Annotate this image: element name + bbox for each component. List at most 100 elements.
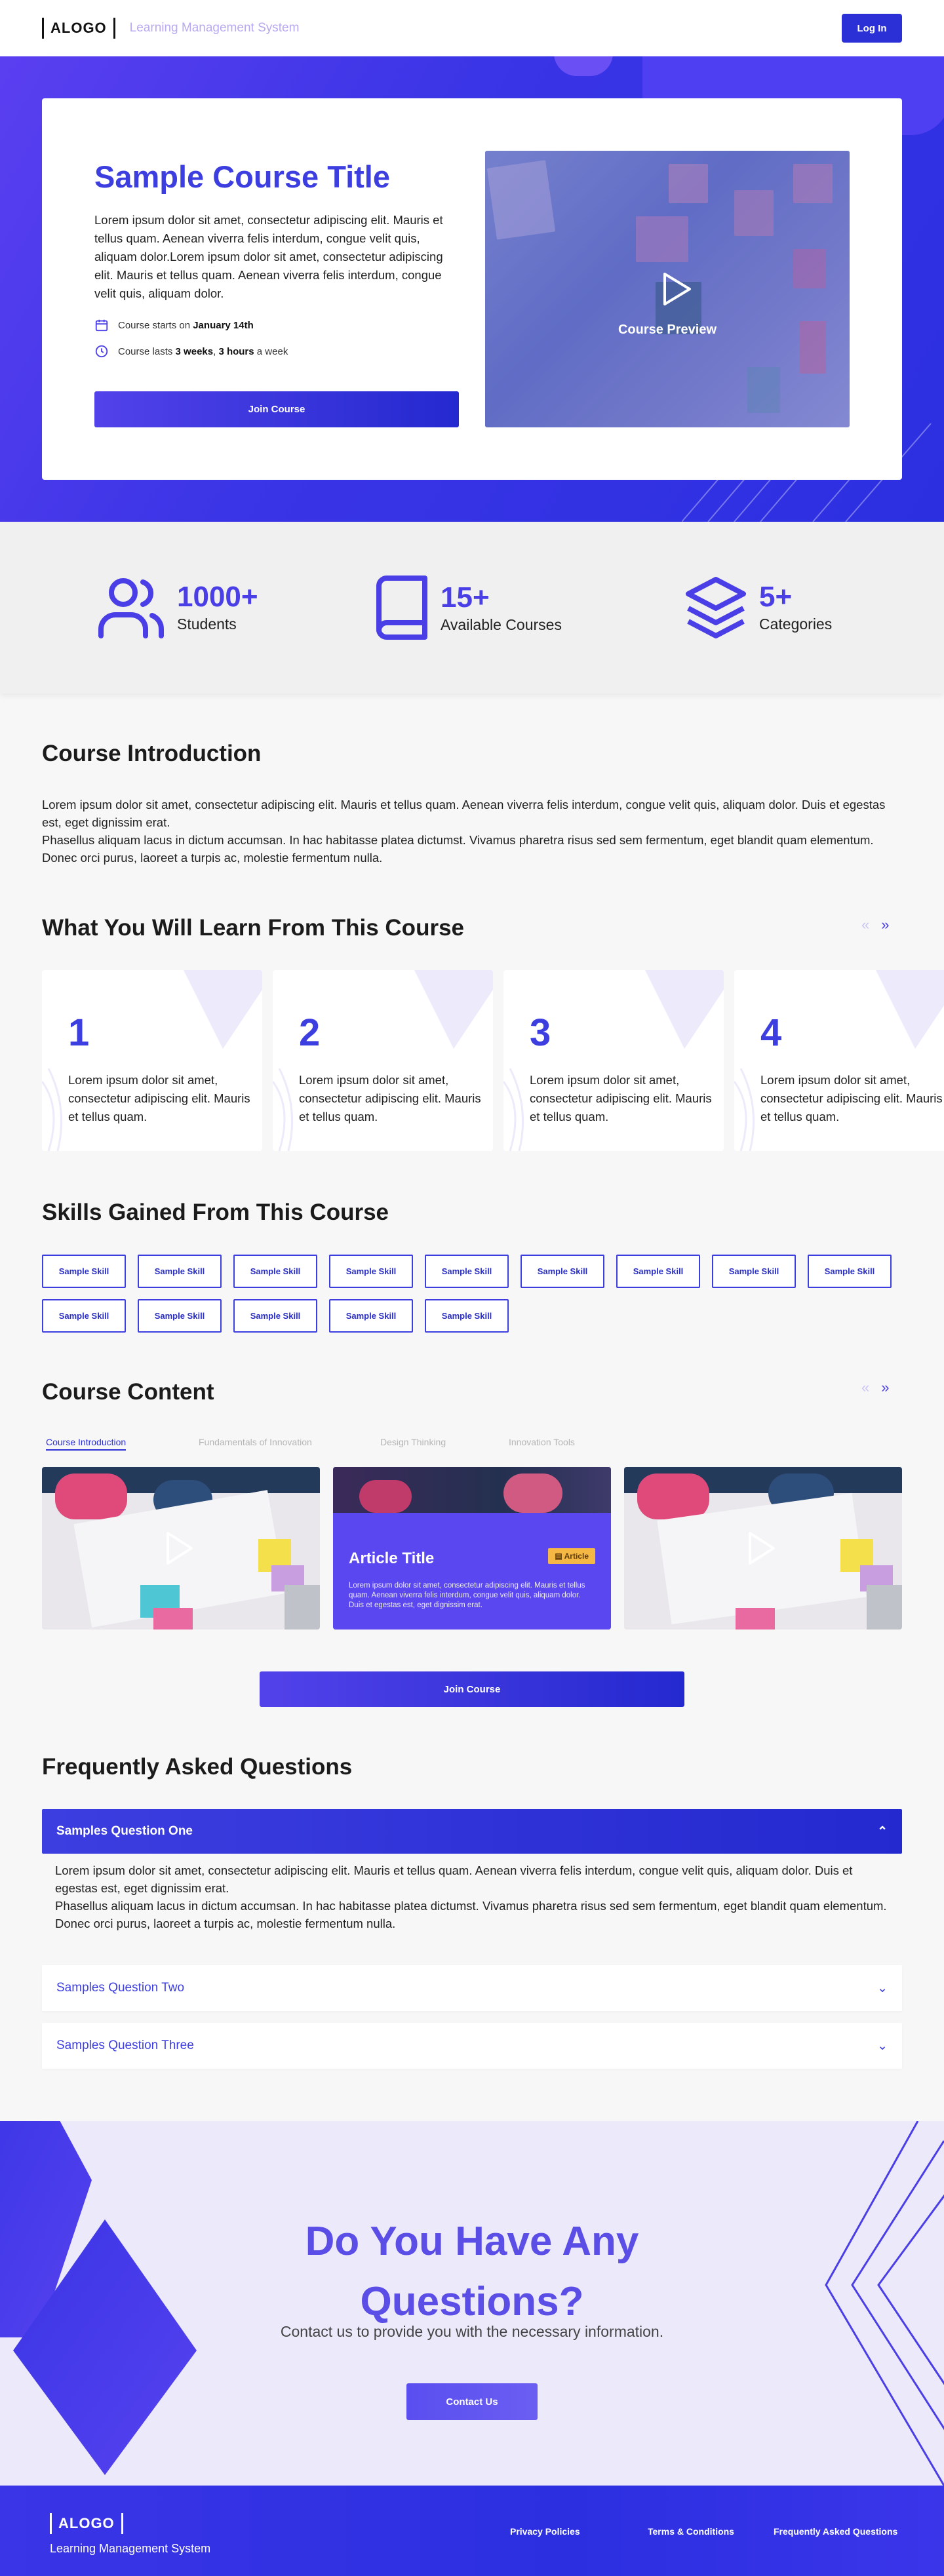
content-heading: Course Content (42, 1379, 214, 1405)
skill-tag[interactable]: Sample Skill (138, 1299, 222, 1333)
skill-tag[interactable]: Sample Skill (712, 1255, 796, 1288)
play-icon[interactable] (662, 272, 692, 306)
logo[interactable]: ALOGO (42, 18, 115, 39)
brand-subtitle: Learning Management System (129, 21, 300, 35)
stat-number: 1000+ (177, 580, 258, 613)
footer-link-terms[interactable]: Terms & Conditions (648, 2526, 734, 2537)
article-badge-icon: ▤ (555, 1551, 564, 1561)
faq-item[interactable]: Samples Question Two ⌄ (42, 1965, 902, 2011)
cta-subtitle: Contact us to provide you with the neces… (280, 2323, 664, 2340)
skill-tag[interactable]: Sample Skill (42, 1299, 126, 1333)
faq-answer-paragraph: Phasellus aliquam lacus in dictum accums… (55, 1899, 887, 1930)
prev-arrow-icon[interactable]: « (861, 916, 869, 933)
hero-decoration (554, 56, 613, 76)
skill-tag[interactable]: Sample Skill (425, 1255, 509, 1288)
faq-heading: Frequently Asked Questions (42, 1754, 353, 1780)
preview-label: Course Preview (618, 322, 717, 337)
prev-arrow-icon[interactable]: « (861, 1379, 869, 1396)
footer-link-faq[interactable]: Frequently Asked Questions (774, 2526, 897, 2537)
stat-label: Available Courses (441, 615, 562, 633)
join-course-button[interactable]: Join Course (260, 1671, 684, 1707)
stat-number: 15+ (441, 581, 490, 614)
skill-tag[interactable]: Sample Skill (521, 1255, 604, 1288)
login-button[interactable]: Log In (842, 14, 902, 43)
skill-tag[interactable]: Sample Skill (808, 1255, 892, 1288)
skill-tag[interactable]: Sample Skill (329, 1255, 413, 1288)
footer-logo[interactable]: ALOGO (50, 2513, 123, 2534)
skill-tag[interactable]: Sample Skill (233, 1299, 317, 1333)
faq-answer: Lorem ipsum dolor sit amet, consectetur … (55, 1862, 894, 1932)
photo-shape (285, 1585, 320, 1630)
skill-tag[interactable]: Sample Skill (233, 1255, 317, 1288)
learn-card: 3 Lorem ipsum dolor sit amet, consectetu… (503, 970, 724, 1151)
video-card[interactable] (42, 1467, 320, 1630)
tab-fundamentals[interactable]: Fundamentals of Innovation (199, 1437, 312, 1447)
faq-item[interactable]: Samples Question Three ⌄ (42, 2023, 902, 2069)
card-decoration (876, 970, 944, 1049)
article-card[interactable]: Article Title ▤ Article Lorem ipsum dolo… (333, 1467, 611, 1630)
skills-heading: Skills Gained From This Course (42, 1200, 389, 1225)
intro-text: Lorem ipsum dolor sit amet, consectetur … (42, 796, 902, 867)
cta-title: Do You Have Any Questions? (0, 2212, 944, 2332)
play-icon[interactable] (747, 1531, 776, 1565)
stat-categories: 5+ Categories (684, 576, 832, 638)
photo-shape (736, 1608, 775, 1630)
cta-title-line: Do You Have Any (305, 2219, 639, 2264)
clock-icon (95, 345, 108, 358)
learn-number: 3 (530, 1011, 551, 1054)
article-badge: ▤ Article (548, 1548, 595, 1564)
calendar-icon (95, 319, 108, 332)
footer: ALOGO Learning Management System Privacy… (0, 2486, 944, 2576)
stats-section: 1000+ Students 15+ Available Courses 5+ Cat… (0, 522, 944, 693)
learn-number: 4 (760, 1011, 782, 1054)
card-decoration (414, 970, 493, 1049)
photo-shape (867, 1585, 902, 1630)
article-text: Lorem ipsum dolor sit amet, consectetur … (349, 1582, 585, 1609)
stat-number: 5+ (759, 580, 793, 613)
brand[interactable]: ALOGO Learning Management System (42, 18, 299, 39)
video-card[interactable] (624, 1467, 902, 1630)
card-decoration (184, 970, 262, 1049)
course-preview-video[interactable]: Course Preview (485, 151, 850, 427)
learn-text: Lorem ipsum dolor sit amet, consectetur … (68, 1073, 250, 1123)
stat-students: 1000+ Students (97, 576, 258, 638)
skill-tag[interactable]: Sample Skill (329, 1299, 413, 1333)
join-course-button[interactable]: Join Course (94, 391, 459, 427)
tab-course-introduction[interactable]: Course Introduction (46, 1437, 127, 1451)
intro-paragraph: Lorem ipsum dolor sit amet, consectetur … (42, 798, 886, 829)
skill-tag[interactable]: Sample Skill (138, 1255, 222, 1288)
learn-number: 2 (299, 1011, 321, 1054)
top-header: ALOGO Learning Management System Log In (0, 0, 944, 56)
stat-label: Students (177, 615, 237, 633)
intro-heading: Course Introduction (42, 741, 262, 766)
learn-card: 1 Lorem ipsum dolor sit amet, consectetu… (42, 970, 262, 1151)
skill-tag[interactable]: Sample Skill (42, 1255, 126, 1288)
skill-tag[interactable]: Sample Skill (616, 1255, 700, 1288)
tab-innovation-tools[interactable]: Innovation Tools (509, 1437, 575, 1447)
skill-tag[interactable]: Sample Skill (425, 1299, 509, 1333)
tab-design-thinking[interactable]: Design Thinking (380, 1437, 446, 1447)
footer-link-privacy[interactable]: Privacy Policies (510, 2526, 580, 2537)
faq-answer-paragraph: Lorem ipsum dolor sit amet, consectetur … (55, 1864, 853, 1895)
faq-question: Samples Question Two (56, 1981, 185, 1995)
page: ALOGO Learning Management System Log In … (0, 0, 944, 2576)
article-panel (333, 1513, 611, 1630)
next-arrow-icon[interactable]: » (881, 916, 889, 933)
play-icon[interactable] (165, 1531, 194, 1565)
learn-card: 2 Lorem ipsum dolor sit amet, consectetu… (273, 970, 493, 1151)
next-arrow-icon[interactable]: » (881, 1379, 889, 1396)
contact-us-button[interactable]: Contact Us (406, 2383, 538, 2420)
learn-card: 4 Lorem ipsum dolor sit amet, consectetu… (734, 970, 944, 1151)
faq-item-open[interactable]: Samples Question One ⌃ (42, 1809, 902, 1854)
learn-text: Lorem ipsum dolor sit amet, consectetur … (299, 1073, 481, 1123)
book-icon (376, 576, 427, 640)
course-description: Lorem ipsum dolor sit amet, consectetur … (94, 213, 443, 300)
learn-text: Lorem ipsum dolor sit amet, consectetur … (530, 1073, 712, 1123)
learn-heading: What You Will Learn From This Course (42, 915, 464, 941)
chevron-down-icon: ⌄ (877, 2039, 888, 2053)
photo-shape (55, 1473, 127, 1519)
faq-question: Samples Question Three (56, 2039, 194, 2052)
card-decoration (645, 970, 724, 1049)
photo-shape (359, 1480, 412, 1513)
photo-shape (503, 1473, 562, 1513)
